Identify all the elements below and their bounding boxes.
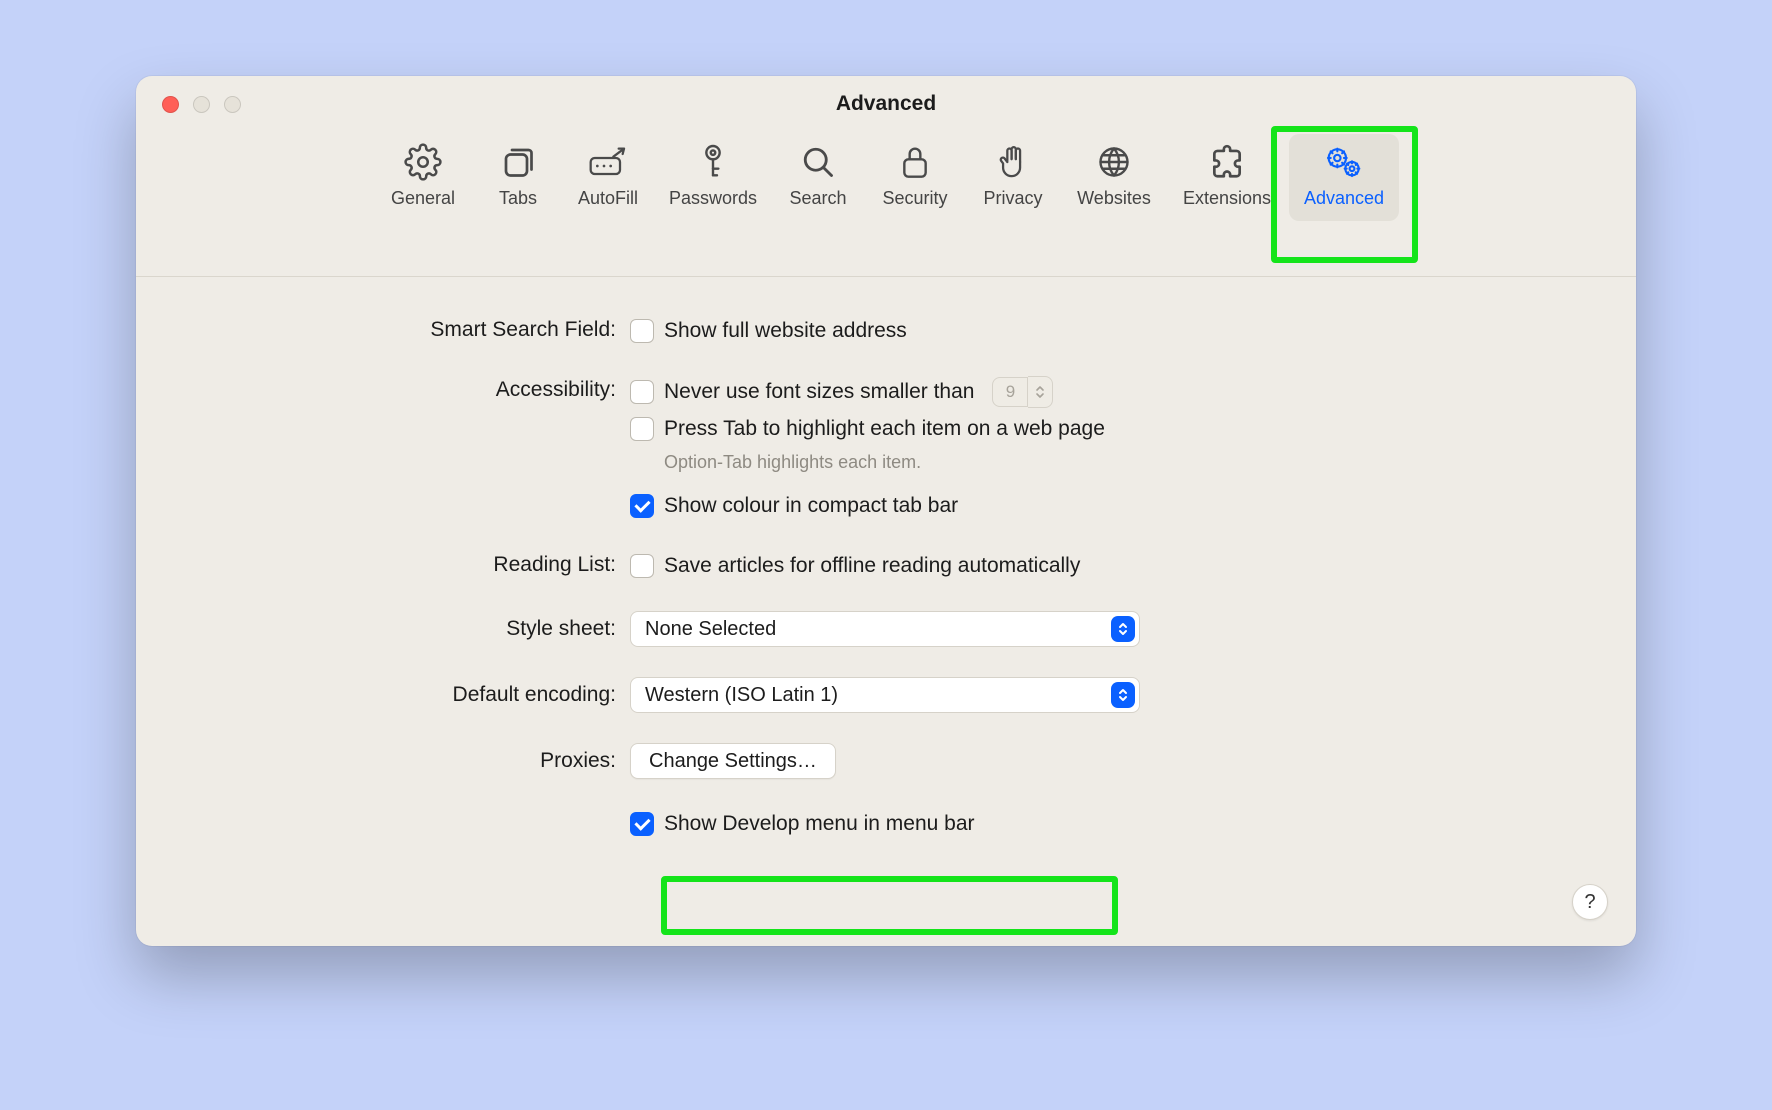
tab-tabs[interactable]: Tabs [477, 134, 559, 221]
default-encoding-value: Western (ISO Latin 1) [645, 684, 838, 707]
style-sheet-value: None Selected [645, 618, 776, 641]
preferences-content: Smart Search Field: Show full website ad… [136, 276, 1636, 946]
tab-search[interactable]: Search [773, 134, 863, 221]
save-offline-checkbox[interactable] [630, 554, 654, 578]
lock-icon [895, 142, 935, 182]
min-font-size-value: 9 [992, 377, 1028, 407]
show-develop-menu-checkbox[interactable] [630, 812, 654, 836]
save-offline-text: Save articles for offline reading automa… [664, 554, 1080, 578]
preferences-toolbar: General Tabs AutoFill [136, 130, 1636, 277]
tab-passwords[interactable]: Passwords [657, 134, 769, 221]
default-encoding-label: Default encoding: [136, 677, 630, 707]
tab-websites[interactable]: Websites [1063, 134, 1165, 221]
chevron-up-down-icon [1111, 682, 1135, 708]
tab-highlight-note: Option-Tab highlights each item. [664, 452, 1105, 473]
chevron-up-down-icon [1028, 376, 1053, 408]
tab-advanced[interactable]: Advanced [1289, 134, 1399, 221]
gear-icon [403, 142, 443, 182]
default-encoding-select[interactable]: Western (ISO Latin 1) [630, 677, 1140, 713]
search-icon [798, 142, 838, 182]
compact-colour-checkbox[interactable] [630, 494, 654, 518]
min-font-size-text: Never use font sizes smaller than [664, 380, 974, 404]
hand-icon [993, 142, 1033, 182]
show-develop-menu-text: Show Develop menu in menu bar [664, 812, 975, 836]
smart-search-label: Smart Search Field: [136, 316, 630, 342]
tab-highlight-checkbox[interactable] [630, 417, 654, 441]
proxies-label: Proxies: [136, 743, 630, 773]
tab-security[interactable]: Security [867, 134, 963, 221]
tab-extensions[interactable]: Extensions [1169, 134, 1285, 221]
puzzle-icon [1207, 142, 1247, 182]
show-full-address-text: Show full website address [664, 319, 907, 343]
help-button[interactable]: ? [1572, 884, 1608, 920]
tabs-icon [498, 142, 538, 182]
reading-list-label: Reading List: [136, 551, 630, 577]
window-title: Advanced [136, 92, 1636, 116]
style-sheet-select[interactable]: None Selected [630, 611, 1140, 647]
globe-icon [1094, 142, 1134, 182]
question-mark-icon: ? [1584, 891, 1595, 914]
show-full-address-checkbox[interactable] [630, 319, 654, 343]
tab-privacy[interactable]: Privacy [967, 134, 1059, 221]
style-sheet-label: Style sheet: [136, 611, 630, 641]
preferences-window: Advanced General Tabs [136, 76, 1636, 946]
tab-general[interactable]: General [373, 134, 473, 221]
accessibility-label: Accessibility: [136, 376, 630, 402]
min-font-size-checkbox[interactable] [630, 380, 654, 404]
compact-colour-text: Show colour in compact tab bar [664, 494, 958, 518]
gears-icon [1324, 142, 1364, 182]
chevron-up-down-icon [1111, 616, 1135, 642]
key-icon [693, 142, 733, 182]
autofill-icon [588, 142, 628, 182]
change-settings-button[interactable]: Change Settings… [630, 743, 836, 779]
min-font-size-stepper[interactable]: 9 [992, 376, 1053, 408]
tab-autofill[interactable]: AutoFill [563, 134, 653, 221]
tab-highlight-text: Press Tab to highlight each item on a we… [664, 417, 1105, 441]
